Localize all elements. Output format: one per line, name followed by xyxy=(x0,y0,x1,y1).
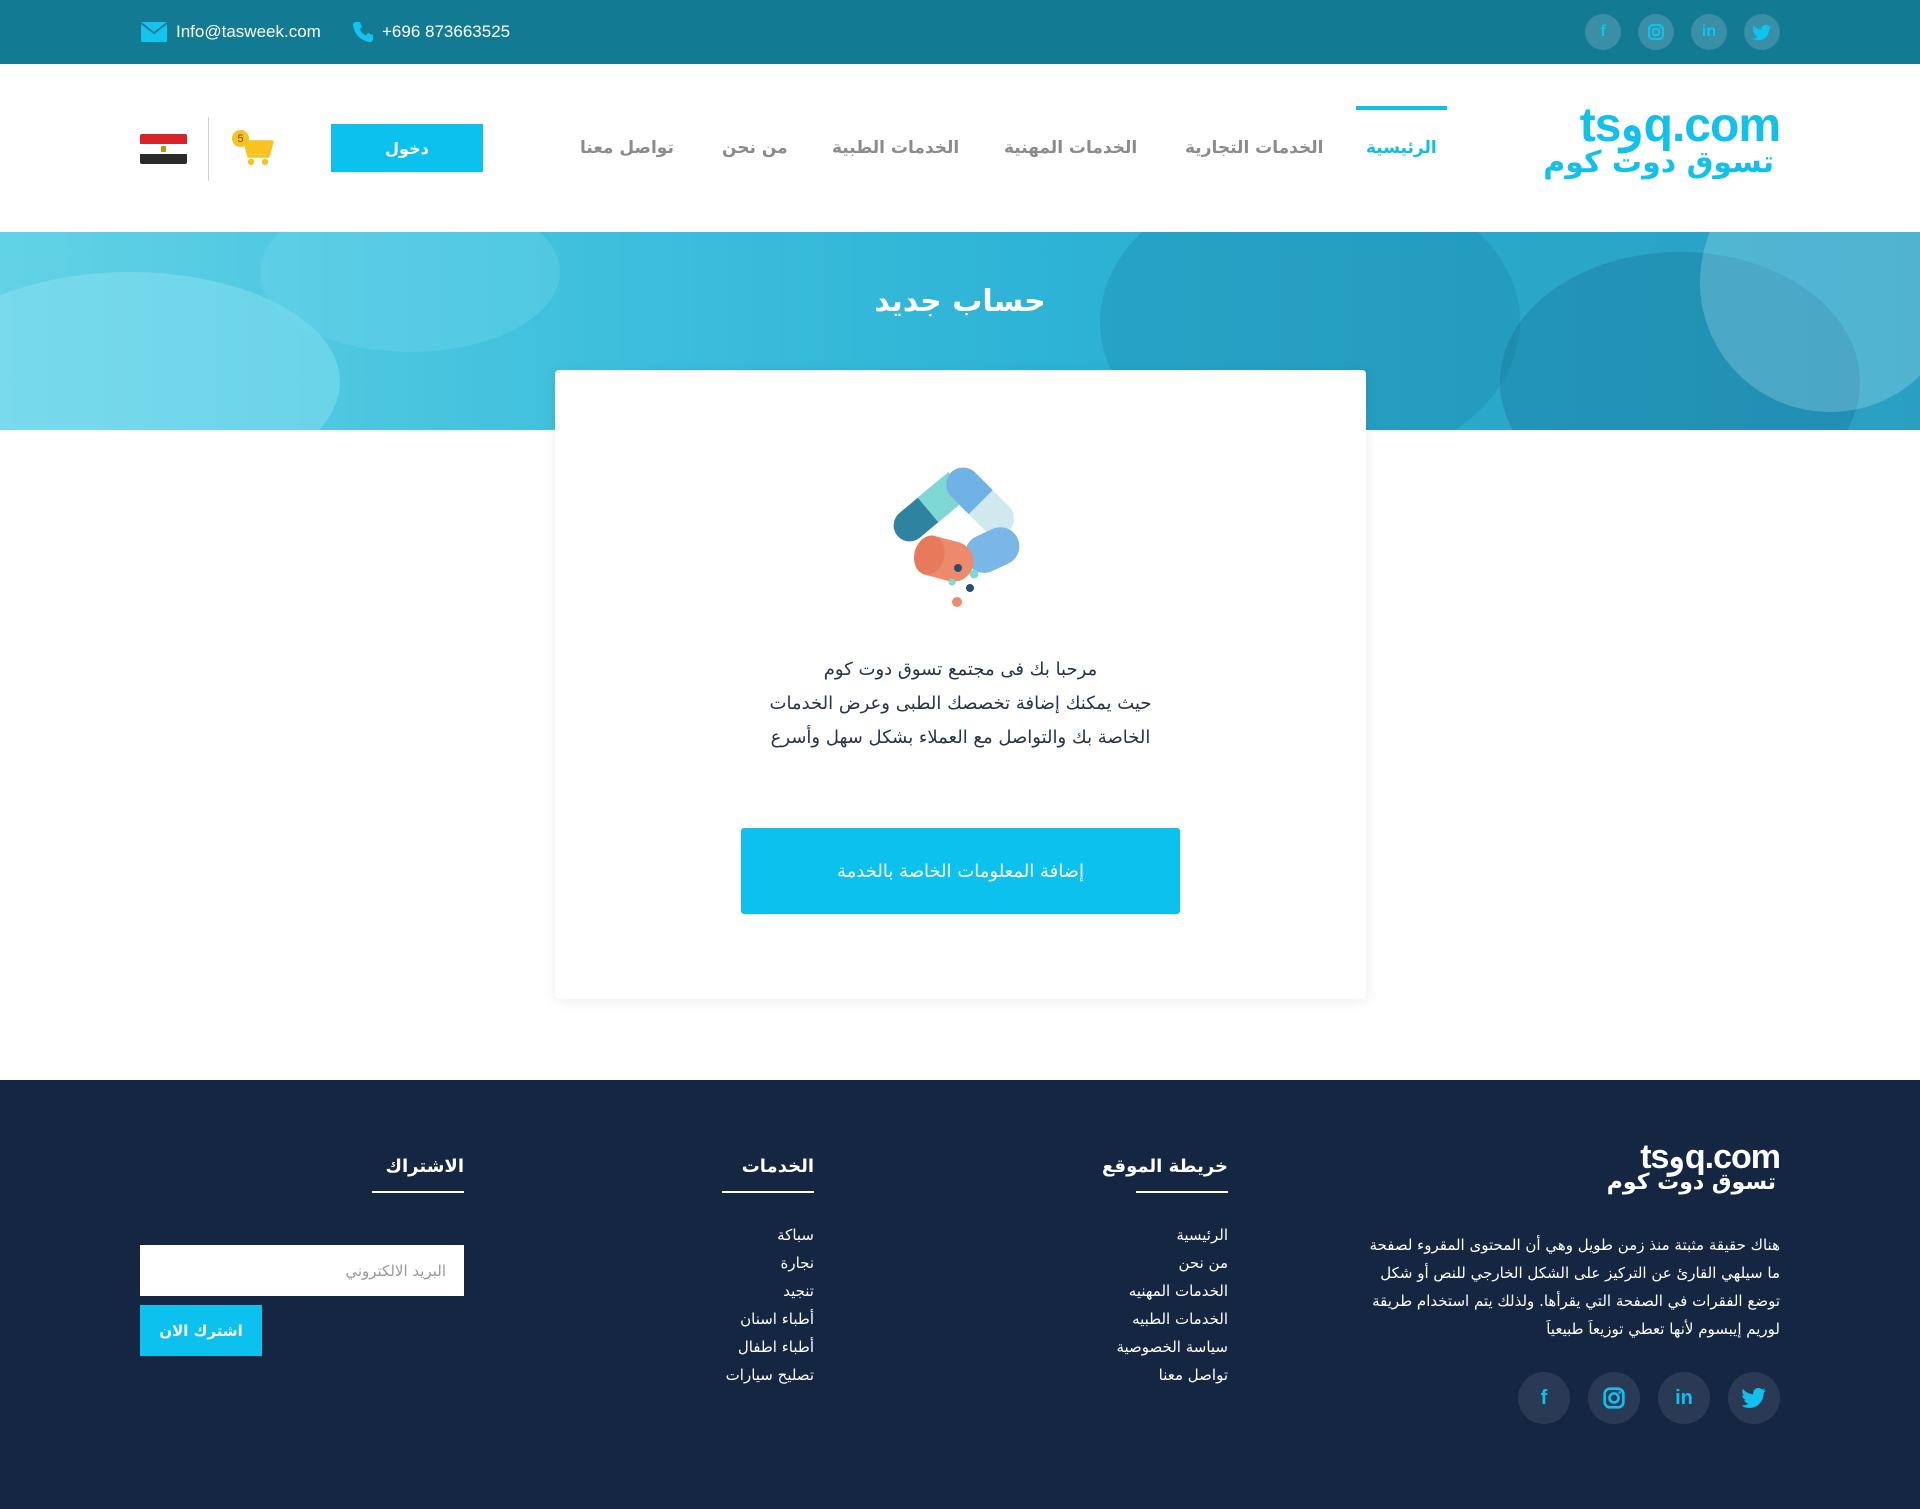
twitter-icon[interactable] xyxy=(1744,14,1780,50)
phone-text: +696 873663525 xyxy=(382,22,511,41)
sitemap-link[interactable]: تواصل معنا xyxy=(1102,1361,1228,1389)
instagram-icon[interactable] xyxy=(1638,14,1674,50)
nav-professional-services[interactable]: الخدمات المهنية xyxy=(1004,64,1137,232)
sitemap-title: خريطة الموقع xyxy=(1102,1156,1229,1193)
logo-arabic: تسوق دوت كوم xyxy=(1543,145,1774,180)
phone-contact[interactable]: +696 873663525 xyxy=(352,0,510,64)
logo-latin: tsوq.com xyxy=(1579,99,1781,152)
cart-button[interactable]: 5 xyxy=(232,128,274,168)
email-text: Info@tasweek.com xyxy=(176,22,321,41)
instagram-icon[interactable] xyxy=(1588,1372,1640,1424)
subscribe-email-input[interactable]: البريد الالكتروني xyxy=(140,1245,464,1296)
nav-contact-us[interactable]: تواصل معنا xyxy=(580,64,674,232)
top-social-links: f in xyxy=(1585,14,1780,50)
footer-logo[interactable]: tsوq.com تسوق دوت كوم xyxy=(1600,1138,1781,1196)
email-contact[interactable]: Info@tasweek.com xyxy=(140,0,321,64)
login-button[interactable]: دخول xyxy=(331,124,483,172)
cart-count-badge: 5 xyxy=(232,130,249,147)
footer-logo-arabic: تسوق دوت كوم xyxy=(1606,1170,1776,1195)
sitemap-link[interactable]: الخدمات المهنيه xyxy=(1102,1277,1228,1305)
add-service-info-button[interactable]: إضافة المعلومات الخاصة بالخدمة xyxy=(741,828,1180,914)
service-link[interactable]: سباكة xyxy=(726,1221,814,1249)
nav-medical-services[interactable]: الخدمات الطبية xyxy=(832,64,959,232)
service-link[interactable]: أطباء اسنان xyxy=(726,1305,814,1333)
service-link[interactable]: نجارة xyxy=(726,1249,814,1277)
services-title: الخدمات xyxy=(721,1156,815,1193)
header-divider xyxy=(208,117,209,181)
top-bar: Info@tasweek.com +696 873663525 f in xyxy=(0,0,1920,64)
sitemap-link[interactable]: الخدمات الطبيه xyxy=(1102,1305,1228,1333)
sitemap-link[interactable]: الرئيسية xyxy=(1102,1221,1228,1249)
footer-about-text: هناك حقيقة مثبتة منذ زمن طويل وهي أن الم… xyxy=(1369,1236,1781,1338)
site-logo[interactable]: tsوq.com تسوق دوت كوم xyxy=(1540,99,1781,182)
service-link[interactable]: أطباء اطفال xyxy=(726,1333,814,1361)
medicine-capsules-icon xyxy=(893,467,1020,607)
welcome-card: مرحبا بك فى مجتمع تسوق دوت كوم حيث يمكنك… xyxy=(555,370,1366,999)
facebook-icon[interactable]: f xyxy=(1585,14,1621,50)
linkedin-icon[interactable]: in xyxy=(1691,14,1727,50)
envelope-icon xyxy=(140,22,168,42)
egypt-flag-icon[interactable] xyxy=(140,134,187,164)
welcome-line-2: حيث يمكنك إضافة تخصصك الطبى وعرض الخدمات xyxy=(769,693,1152,714)
footer-sitemap: خريطة الموقع الرئيسية من نحن الخدمات الم… xyxy=(1102,1156,1229,1389)
sitemap-link[interactable]: سياسة الخصوصية xyxy=(1102,1333,1228,1361)
twitter-icon[interactable] xyxy=(1728,1372,1780,1424)
facebook-icon[interactable]: f xyxy=(1518,1372,1570,1424)
welcome-text: مرحبا بك فى مجتمع تسوق دوت كوم حيث يمكنك… xyxy=(555,653,1366,755)
nav-about-us[interactable]: من نحن xyxy=(722,64,788,232)
service-link[interactable]: تنجيد xyxy=(726,1277,814,1305)
sitemap-link[interactable]: من نحن xyxy=(1102,1249,1229,1277)
nav-home[interactable]: الرئيسية xyxy=(1356,64,1447,232)
footer-services: الخدمات سباكة نجارة تنجيد أطباء اسنان أط… xyxy=(721,1156,815,1389)
footer-logo-latin: tsوq.com xyxy=(1640,1138,1781,1176)
main-header: tsوq.com تسوق دوت كوم xyxy=(0,64,1920,232)
subscribe-title: الاشتراك xyxy=(372,1156,464,1193)
footer-subscribe: الاشتراك xyxy=(372,1156,464,1193)
service-link[interactable]: تصليح سيارات xyxy=(726,1361,814,1389)
footer-social-links: f in xyxy=(1518,1372,1780,1424)
welcome-line-3: الخاصة بك والتواصل مع العملاء بشكل سهل و… xyxy=(770,727,1151,748)
welcome-line-1: مرحبا بك فى مجتمع تسوق دوت كوم xyxy=(823,659,1098,680)
linkedin-icon[interactable]: in xyxy=(1658,1372,1710,1424)
subscribe-button[interactable]: اشترك الان xyxy=(140,1305,262,1356)
nav-commercial-services[interactable]: الخدمات التجارية xyxy=(1185,64,1323,232)
page-title: حساب جديد xyxy=(874,284,1046,319)
phone-icon xyxy=(353,22,373,42)
